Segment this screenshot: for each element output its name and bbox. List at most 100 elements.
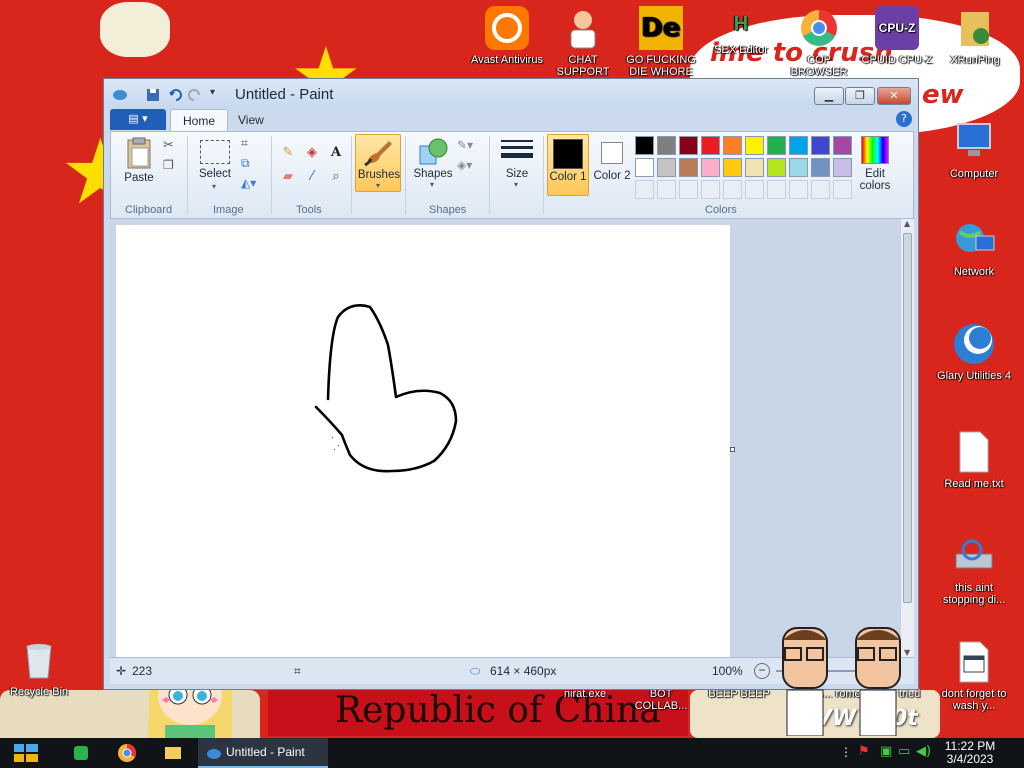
clock[interactable]: 11:22 PM 3/4/2023 xyxy=(930,740,1010,766)
color2-button[interactable]: Color 2 xyxy=(593,134,631,196)
help-icon[interactable]: ? xyxy=(896,111,912,127)
desktop-icon-bot-collab[interactable]: BOT COLLAB... xyxy=(624,688,698,712)
start-button[interactable] xyxy=(8,738,44,768)
crop-icon[interactable]: ⌗ xyxy=(241,136,248,151)
quick-access-dropdown-icon[interactable]: ▾ xyxy=(210,87,224,101)
palette-swatch[interactable] xyxy=(789,158,808,177)
desktop-icon-sex-editor[interactable]: H SEX Editor xyxy=(704,14,778,56)
palette-swatch[interactable] xyxy=(723,180,742,199)
shapes-button[interactable]: Shapes ▾ xyxy=(411,136,455,192)
monitor-tray-icon[interactable]: ▭ xyxy=(898,744,910,759)
palette-swatch[interactable] xyxy=(657,136,676,155)
fill-icon[interactable]: ◈ xyxy=(301,142,323,164)
resize-icon[interactable]: ⧉ xyxy=(241,156,250,171)
tab-home[interactable]: Home xyxy=(170,109,229,131)
palette-swatch[interactable] xyxy=(657,158,676,177)
desktop-icon-cop-browser[interactable]: COP BROWSER xyxy=(782,6,856,78)
tray-overflow-icon[interactable]: ⋮ xyxy=(840,745,852,759)
palette-swatch[interactable] xyxy=(635,158,654,177)
title-bar[interactable]: ▾ Untitled - Paint ▁ ❐ ✕ xyxy=(104,79,918,109)
shape-fill-icon[interactable]: ◈▾ xyxy=(457,158,472,172)
file-menu-button[interactable]: ▤ ▾ xyxy=(110,109,166,130)
rotate-icon[interactable]: ◭▾ xyxy=(241,176,256,190)
palette-swatch[interactable] xyxy=(767,158,786,177)
desktop-icon-network[interactable]: Network xyxy=(937,218,1011,278)
palette-swatch[interactable] xyxy=(679,180,698,199)
undo-icon[interactable] xyxy=(168,87,182,101)
palette-swatch[interactable] xyxy=(635,180,654,199)
brushes-button[interactable]: Brushes ▾ xyxy=(355,134,401,192)
palette-swatch[interactable] xyxy=(701,136,720,155)
desktop-icon-dont-forget[interactable]: dont forget to wash y... xyxy=(937,640,1011,712)
palette-swatch[interactable] xyxy=(701,180,720,199)
network-tray-icon[interactable]: ▣ xyxy=(880,744,892,759)
desktop-icon-glary[interactable]: Glary Utilities 4 xyxy=(937,322,1011,382)
palette-swatch[interactable] xyxy=(701,158,720,177)
minimize-button[interactable]: ▁ xyxy=(814,87,844,105)
color1-button[interactable]: Color 1 xyxy=(547,134,589,196)
palette-swatch[interactable] xyxy=(833,180,852,199)
desktop-icon-cpuid[interactable]: CPU-Z CPUID CPU-Z xyxy=(860,6,934,66)
palette-swatch[interactable] xyxy=(679,158,698,177)
magnifier-icon[interactable]: ⌕ xyxy=(325,166,347,188)
palette-swatch[interactable] xyxy=(657,180,676,199)
cut-icon[interactable]: ✂ xyxy=(163,138,174,153)
palette-swatch[interactable] xyxy=(811,180,830,199)
paint-window[interactable]: ▾ Untitled - Paint ▁ ❐ ✕ ▤ ▾ Home View ?… xyxy=(103,78,919,690)
copy-icon[interactable]: ❐ xyxy=(163,158,174,172)
maximize-button[interactable]: ❐ xyxy=(845,87,875,105)
drawing-canvas[interactable] xyxy=(116,225,730,657)
desktop-icon-avast[interactable]: Avast Antivirus xyxy=(470,6,544,66)
eraser-icon[interactable]: ▰ xyxy=(277,166,299,188)
taskbar-window-label: Untitled - Paint xyxy=(226,745,305,759)
outline-icon[interactable]: ✎▾ xyxy=(457,138,473,152)
size-button[interactable]: Size ▾ xyxy=(495,136,539,192)
taskbar-explorer[interactable] xyxy=(158,738,188,768)
desktop-icon-readme[interactable]: Read me.txt xyxy=(937,430,1011,490)
close-button[interactable]: ✕ xyxy=(877,87,911,105)
palette-swatch[interactable] xyxy=(679,136,698,155)
desktop-icon-chat-support[interactable]: CHAT SUPPORT xyxy=(546,6,620,78)
scroll-up-icon[interactable]: ▲ xyxy=(904,219,910,228)
select-button[interactable]: Select ▾ xyxy=(193,138,237,192)
text-icon[interactable]: A xyxy=(325,142,347,164)
desktop-icon-recycle-bin[interactable]: Recycle Bin xyxy=(2,638,76,698)
palette-swatch[interactable] xyxy=(767,180,786,199)
paint-app-icon[interactable] xyxy=(112,87,127,101)
palette-swatch[interactable] xyxy=(745,180,764,199)
pencil-icon[interactable]: ✎ xyxy=(277,142,299,164)
taskbar-chrome[interactable] xyxy=(112,738,142,768)
taskbar-app-green[interactable] xyxy=(66,738,96,768)
volume-icon[interactable]: ◀) xyxy=(916,744,931,759)
palette-swatch[interactable] xyxy=(811,136,830,155)
desktop-icon-computer[interactable]: Computer xyxy=(937,120,1011,180)
desktop-icon-this-aint[interactable]: this aint stopping di... xyxy=(937,534,1011,606)
tab-view[interactable]: View xyxy=(226,109,276,131)
redo-icon[interactable] xyxy=(188,87,202,101)
palette-swatch[interactable] xyxy=(833,136,852,155)
canvas-area[interactable] xyxy=(110,219,900,657)
palette-swatch[interactable] xyxy=(833,158,852,177)
save-icon[interactable] xyxy=(146,87,160,101)
palette-swatch[interactable] xyxy=(811,158,830,177)
canvas-size-icon: ⬭ xyxy=(470,664,481,678)
flag-icon[interactable]: ⚑ xyxy=(858,744,870,759)
edit-colors-button[interactable]: Edit colors xyxy=(853,134,897,194)
desktop-icon-go-fucking[interactable]: De GO FUCKING DIE WHORE xyxy=(624,6,698,78)
color-picker-icon[interactable]: ⁄ xyxy=(301,166,323,188)
desktop-icon-xrunping[interactable]: XRunPing xyxy=(938,6,1012,66)
palette-swatch[interactable] xyxy=(789,136,808,155)
vertical-scrollbar[interactable]: ▲ ▼ xyxy=(900,219,914,657)
palette-swatch[interactable] xyxy=(767,136,786,155)
palette-swatch[interactable] xyxy=(635,136,654,155)
palette-swatch[interactable] xyxy=(745,136,764,155)
palette-swatch[interactable] xyxy=(723,158,742,177)
taskbar-paint[interactable]: Untitled - Paint xyxy=(198,738,328,768)
paste-button[interactable]: Paste xyxy=(119,136,159,192)
zoom-out-button[interactable]: − xyxy=(754,663,770,679)
palette-swatch[interactable] xyxy=(745,158,764,177)
palette-swatch[interactable] xyxy=(789,180,808,199)
palette-swatch[interactable] xyxy=(723,136,742,155)
scrollbar-thumb[interactable] xyxy=(903,233,912,603)
canvas-resize-handle[interactable] xyxy=(730,447,735,452)
